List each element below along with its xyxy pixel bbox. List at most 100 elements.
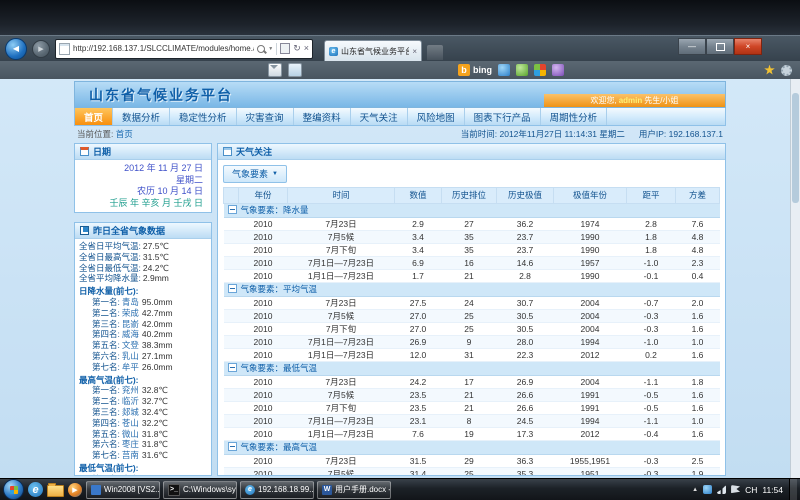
language-indicator[interactable]: CH xyxy=(745,485,757,495)
apps-icon[interactable] xyxy=(534,64,546,76)
table-row[interactable]: 20107月23日24.21726.92004-1.11.8 xyxy=(224,375,720,388)
tray-app-icon[interactable] xyxy=(703,485,712,494)
collapse-icon[interactable] xyxy=(228,363,237,372)
tools-gear-icon[interactable] xyxy=(781,65,792,76)
collapse-icon[interactable] xyxy=(228,284,237,293)
table-row[interactable]: 20107月23日31.52936.31955,1951-0.32.5 xyxy=(224,454,720,467)
stop-icon[interactable]: × xyxy=(304,44,309,53)
table-row[interactable]: 20107月23日27.52430.72004-0.72.0 xyxy=(224,296,720,309)
station-link[interactable]: 郯城 xyxy=(122,407,139,417)
table-row[interactable]: 20107月5候3.43523.719901.84.8 xyxy=(224,230,720,243)
table-row[interactable]: 20107月1日—7月23日26.9928.01994-1.01.0 xyxy=(224,335,720,348)
nav-item[interactable]: 灾害查询 xyxy=(237,108,294,125)
rank-item[interactable]: 第一名:青岛95.0mm xyxy=(79,297,207,308)
nav-item[interactable]: 图表下行产品 xyxy=(465,108,541,125)
table-row[interactable]: 20107月下旬23.52126.61991-0.51.6 xyxy=(224,401,720,414)
taskbar-clock[interactable]: 11:54 xyxy=(762,485,783,495)
station-link[interactable]: 微山 xyxy=(122,429,139,439)
station-link[interactable]: 文登 xyxy=(122,340,139,350)
rank-item[interactable]: 第四名:威海40.2mm xyxy=(79,329,207,340)
rank-item[interactable]: 第五名:微山31.8℃ xyxy=(79,429,207,440)
browser-tab[interactable]: e 山东省气候业务平台... × xyxy=(324,40,422,61)
table-row[interactable]: 20107月下旬3.43523.719901.84.8 xyxy=(224,243,720,256)
new-tab-button[interactable] xyxy=(427,45,443,60)
rank-item[interactable]: 第六名:乳山27.1mm xyxy=(79,351,207,362)
start-button[interactable] xyxy=(3,479,24,500)
station-link[interactable]: 兖州 xyxy=(122,385,139,395)
station-link[interactable]: 乳山 xyxy=(122,351,139,361)
taskbar-window-button[interactable]: W用户手册.docx -... xyxy=(317,481,391,499)
station-link[interactable]: 青岛 xyxy=(122,297,139,307)
mail-icon[interactable] xyxy=(268,63,282,77)
taskbar-media-player-icon[interactable]: ▶ xyxy=(68,483,82,497)
element-group-row[interactable]: 气象要素：平均气温 xyxy=(224,282,720,296)
rank-item[interactable]: 第四名:苍山32.2℃ xyxy=(79,418,207,429)
tray-expand-icon[interactable]: ▲ xyxy=(692,487,698,493)
rank-item[interactable]: 第七名:牟平26.0mm xyxy=(79,362,207,373)
rank-item[interactable]: 第一名:兖州32.8℃ xyxy=(79,385,207,396)
taskbar-explorer-icon[interactable] xyxy=(47,482,64,498)
nav-item[interactable]: 周期性分析 xyxy=(541,108,608,125)
nav-item[interactable]: 天气关注 xyxy=(351,108,408,125)
station-link[interactable]: 苍山 xyxy=(122,418,139,428)
photos-icon[interactable] xyxy=(516,64,528,76)
element-filter-button[interactable]: 气象要素 ▼ xyxy=(223,165,287,183)
nav-item[interactable]: 数据分析 xyxy=(113,108,170,125)
element-group-row[interactable]: 气象要素：降水量 xyxy=(224,203,720,217)
table-row[interactable]: 20107月1日—7月23日23.1824.51994-1.11.0 xyxy=(224,414,720,427)
station-link[interactable]: 泰山 xyxy=(122,474,139,476)
station-link[interactable]: 莒南 xyxy=(122,450,139,460)
collapse-icon[interactable] xyxy=(228,205,237,214)
collapse-icon[interactable] xyxy=(228,442,237,451)
search-dropdown-icon[interactable]: ▼ xyxy=(268,46,273,52)
nav-item[interactable]: 首页 xyxy=(75,108,113,125)
table-row[interactable]: 20101月1日—7月23日12.03122.320120.21.6 xyxy=(224,348,720,361)
station-link[interactable]: 临沂 xyxy=(122,396,139,406)
rank-item[interactable]: 第二名:荣成42.7mm xyxy=(79,308,207,319)
element-group-row[interactable]: 气象要素：最低气温 xyxy=(224,361,720,375)
station-link[interactable]: 荣成 xyxy=(122,308,139,318)
weather-widget-icon[interactable] xyxy=(552,64,564,76)
table-row[interactable]: 20107月5候31.42535.31951-0.31.9 xyxy=(224,467,720,475)
maximize-button[interactable] xyxy=(706,38,734,55)
breadcrumb-current-page[interactable]: 首页 xyxy=(116,129,133,139)
contacts-icon[interactable] xyxy=(288,63,302,77)
minimize-button[interactable]: — xyxy=(678,38,706,55)
station-link[interactable]: 昆嵛 xyxy=(122,319,139,329)
rank-item[interactable]: 第二名:临沂32.7℃ xyxy=(79,396,207,407)
element-group-row[interactable]: 气象要素：最高气温 xyxy=(224,440,720,454)
back-button[interactable]: ◀ xyxy=(5,38,27,60)
nav-item[interactable]: 风险地图 xyxy=(408,108,465,125)
station-link[interactable]: 枣庄 xyxy=(122,439,139,449)
table-row[interactable]: 20107月23日2.92736.219742.87.6 xyxy=(224,217,720,230)
rank-item[interactable]: 第六名:枣庄31.8℃ xyxy=(79,439,207,450)
network-icon[interactable] xyxy=(717,485,726,494)
show-desktop-button[interactable] xyxy=(789,479,797,500)
table-row[interactable]: 20107月1日—7月23日6.91614.61957-1.02.3 xyxy=(224,256,720,269)
taskbar-window-button[interactable]: e192.168.18.99... xyxy=(240,481,314,499)
taskbar-window-button[interactable]: >_C:\Windows\sys... xyxy=(163,481,237,499)
compatibility-view-icon[interactable] xyxy=(280,43,290,54)
forward-button[interactable]: ▶ xyxy=(32,40,50,58)
table-row[interactable]: 20107月下旬27.02530.52004-0.31.6 xyxy=(224,322,720,335)
rank-item[interactable]: 第三名:昆嵛42.0mm xyxy=(79,319,207,330)
rank-item[interactable]: 第七名:莒南31.6℃ xyxy=(79,450,207,461)
nav-item[interactable]: 整编资料 xyxy=(294,108,351,125)
rank-item[interactable]: 第一名:泰山16.7℃ xyxy=(79,474,207,476)
taskbar-window-button[interactable]: Win2008 [VS2... xyxy=(86,481,160,499)
refresh-icon[interactable]: ↻ xyxy=(293,44,301,53)
table-row[interactable]: 20107月5候27.02530.52004-0.31.6 xyxy=(224,309,720,322)
address-bar[interactable]: http://192.168.137.1/SLCCLIMATE/modules/… xyxy=(55,39,313,59)
station-link[interactable]: 威海 xyxy=(122,329,139,339)
bing-toolbar-button[interactable]: b bing xyxy=(458,64,492,76)
table-row[interactable]: 20101月1日—7月23日7.61917.32012-0.41.6 xyxy=(224,427,720,440)
scrollbar-thumb[interactable] xyxy=(792,93,799,203)
page-scrollbar[interactable] xyxy=(790,79,800,478)
tab-close-icon[interactable]: × xyxy=(412,47,417,56)
rank-item[interactable]: 第三名:郯城32.4℃ xyxy=(79,407,207,418)
table-row[interactable]: 20101月1日—7月23日1.7212.81990-0.10.4 xyxy=(224,269,720,282)
search-icon[interactable] xyxy=(257,45,265,53)
nav-item[interactable]: 稳定性分析 xyxy=(170,108,237,125)
station-link[interactable]: 牟平 xyxy=(122,362,139,372)
rank-item[interactable]: 第五名:文登38.3mm xyxy=(79,340,207,351)
